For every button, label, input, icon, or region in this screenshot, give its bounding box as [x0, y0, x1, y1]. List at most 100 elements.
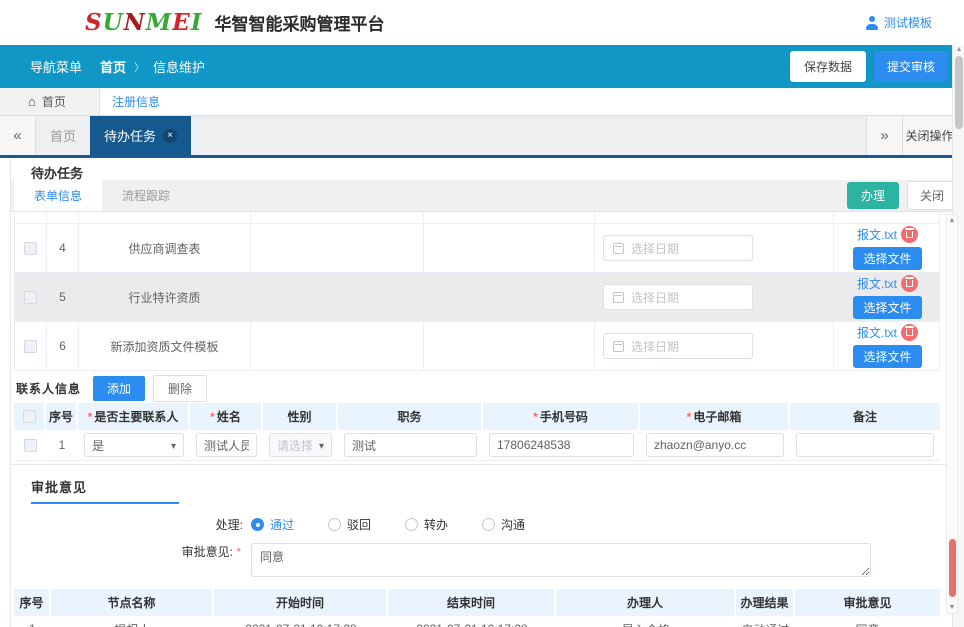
add-contact-button[interactable]: 添加 — [93, 376, 145, 401]
nav-actions: 保存数据 提交审核 — [790, 51, 948, 82]
breadcrumb: 首页 〉 信息维护 — [100, 57, 205, 76]
radio-icon — [328, 518, 341, 531]
subtab-form-info[interactable]: 表单信息 — [14, 180, 102, 211]
row-checkbox[interactable] — [24, 340, 37, 353]
history-row: 1 提报人 2021-07-21 10:17:28 2021-07-21 10:… — [14, 616, 940, 627]
radio-transfer[interactable]: 转办 — [405, 516, 448, 533]
scroll-tabs-right-button[interactable] — [866, 116, 902, 155]
opinion-row: 审批意见: * 同意 — [11, 543, 961, 577]
radio-selected-icon — [251, 518, 264, 531]
caret-down-icon — [319, 438, 324, 452]
scroll-up-icon[interactable]: ▲ — [953, 45, 964, 55]
table-row: 4 供应商调查表 选择日期 报文.txt 选择文件 — [15, 224, 939, 273]
radio-reject[interactable]: 驳回 — [328, 516, 371, 533]
delete-contact-button[interactable]: 删除 — [153, 375, 207, 402]
radio-communicate[interactable]: 沟通 — [482, 516, 525, 533]
close-operations-label: 关闭操作 — [905, 127, 953, 144]
row-checkbox[interactable] — [24, 242, 37, 255]
submit-review-button[interactable]: 提交审核 — [874, 51, 948, 82]
breadcrumb-current: 信息维护 — [153, 57, 205, 76]
user-menu[interactable]: 测试模板 — [865, 14, 932, 31]
panel-scrollbar[interactable]: ▲ ▼ — [946, 214, 958, 614]
panel-scrollbar-thumb[interactable] — [949, 539, 956, 597]
panel-subtabs: 表单信息 流程跟踪 办理 关闭 — [11, 180, 961, 212]
table-row: 5 行业特许资质 选择日期 报文.txt 选择文件 — [15, 273, 939, 322]
tab-home[interactable]: 首页 — [36, 116, 90, 155]
calendar-icon — [613, 341, 624, 352]
scroll-down-icon[interactable]: ▼ — [947, 604, 957, 611]
process-row: 处理: 通过 驳回 转办 沟通 — [11, 516, 961, 533]
choose-file-button[interactable]: 选择文件 — [853, 247, 921, 270]
chevrons-right-icon — [880, 127, 888, 144]
row-seq: 6 — [47, 322, 79, 370]
delete-attachment-button[interactable] — [901, 275, 918, 292]
contact-seq: 1 — [46, 430, 78, 460]
email-input[interactable] — [646, 433, 784, 457]
app-header: SUNMEI 华智智能采购管理平台 测试模板 — [0, 0, 964, 45]
close-button[interactable]: 关闭 — [907, 181, 957, 210]
contact-table-header: 序号 *是否主要联系人 *姓名 性别 职务 *手机号码 *电子邮箱 备注 — [14, 403, 940, 430]
trash-icon — [906, 231, 913, 238]
attachment-link[interactable]: 报文.txt — [857, 226, 897, 243]
save-data-button[interactable]: 保存数据 — [790, 51, 866, 82]
duty-input[interactable] — [344, 433, 477, 457]
tab-todo-tasks[interactable]: 待办任务 — [90, 116, 191, 155]
registration-info-link[interactable]: 注册信息 — [112, 93, 160, 110]
delete-attachment-button[interactable] — [901, 324, 918, 341]
table-row-partial — [15, 212, 939, 224]
content-strip: ⌂ 首页 注册信息 — [0, 88, 964, 115]
select-all-checkbox[interactable] — [23, 410, 36, 423]
attachment-link[interactable]: 报文.txt — [857, 275, 897, 292]
approval-section: 审批意见 处理: 通过 驳回 转办 沟通 审批意见: * 同意 — [11, 464, 961, 577]
expiry-date-input[interactable]: 选择日期 — [603, 333, 753, 359]
gender-select[interactable]: 请选择 — [269, 433, 332, 457]
breadcrumb-home[interactable]: 首页 — [100, 57, 126, 76]
expiry-date-input[interactable]: 选择日期 — [603, 235, 753, 261]
opinion-textarea[interactable]: 同意 — [251, 543, 871, 577]
panel-title: 待办任务 — [11, 158, 961, 180]
contact-row-checkbox[interactable] — [24, 439, 37, 452]
subtab-actions: 办理 关闭 — [847, 180, 961, 211]
table-row: 6 新添加资质文件模板 选择日期 报文.txt 选择文件 — [15, 322, 939, 371]
tab-todo-label: 待办任务 — [104, 126, 156, 145]
close-tab-icon[interactable] — [163, 129, 177, 143]
user-name: 测试模板 — [884, 14, 932, 31]
row-seq: 5 — [47, 273, 79, 321]
app-window: SUNMEI 华智智能采购管理平台 测试模板 导航菜单 首页 〉 信息维护 保存… — [0, 0, 964, 627]
app-title: 华智智能采购管理平台 — [214, 10, 384, 35]
page-scrollbar-thumb[interactable] — [955, 56, 963, 129]
scroll-tabs-left-button[interactable] — [0, 116, 36, 155]
trash-icon — [906, 280, 913, 287]
phone-input[interactable] — [489, 433, 634, 457]
handle-button[interactable]: 办理 — [847, 182, 899, 209]
nav-menu-label[interactable]: 导航菜单 — [0, 57, 100, 76]
expiry-date-input[interactable]: 选择日期 — [603, 284, 753, 310]
user-icon — [865, 16, 879, 30]
breadcrumb-separator: 〉 — [134, 59, 145, 75]
primary-contact-select[interactable]: 是 — [84, 433, 184, 457]
sunmei-logo: SUNMEI — [85, 9, 202, 36]
radio-icon — [405, 518, 418, 531]
scroll-up-icon[interactable]: ▲ — [947, 217, 957, 224]
process-label: 处理: — [11, 516, 251, 533]
doc-name: 行业特许资质 — [79, 273, 251, 321]
doc-name: 新添加资质文件模板 — [79, 322, 251, 370]
subtab-flow-track[interactable]: 流程跟踪 — [102, 180, 190, 211]
remark-input[interactable] — [796, 433, 934, 457]
radio-approve[interactable]: 通过 — [251, 516, 294, 533]
history-header: 序号 节点名称 开始时间 结束时间 办理人 办理结果 审批意见 — [14, 589, 940, 616]
contact-section-label: 联系人信息 — [16, 380, 81, 397]
contact-name-input[interactable] — [196, 433, 257, 457]
delete-attachment-button[interactable] — [901, 226, 918, 243]
approval-history-table: 序号 节点名称 开始时间 结束时间 办理人 办理结果 审批意见 1 提报人 20… — [14, 589, 940, 627]
opinion-label: 审批意见: * — [11, 543, 251, 560]
choose-file-button[interactable]: 选择文件 — [853, 296, 921, 319]
row-checkbox[interactable] — [24, 291, 37, 304]
chevrons-left-icon — [13, 127, 21, 144]
contact-row: 1 是 请选择 — [14, 430, 940, 461]
choose-file-button[interactable]: 选择文件 — [853, 345, 921, 368]
contact-section-header: 联系人信息 添加 删除 — [11, 373, 961, 403]
trash-icon — [906, 329, 913, 336]
sidebar-item-home[interactable]: ⌂ 首页 — [0, 88, 100, 115]
attachment-link[interactable]: 报文.txt — [857, 324, 897, 341]
